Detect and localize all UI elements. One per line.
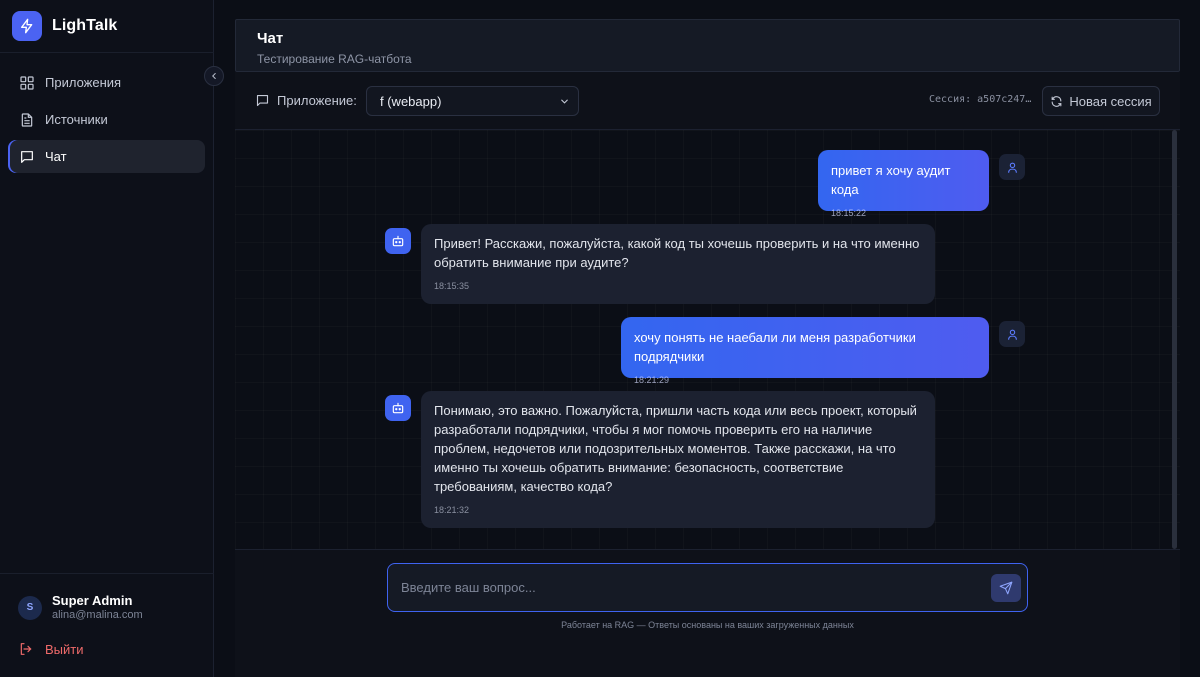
- message-time: 18:15:35: [434, 281, 470, 291]
- sidebar-item-label: Чат: [45, 149, 67, 164]
- app-select-value: f (webapp): [380, 93, 442, 109]
- app-label: Приложение:: [255, 93, 357, 108]
- message-user: хочу понять не наебали ли меня разработч…: [621, 317, 989, 385]
- message-text: хочу понять не наебали ли меня разработч…: [634, 330, 916, 364]
- app-label-text: Приложение:: [277, 93, 357, 108]
- scrollbar[interactable]: [1172, 130, 1177, 549]
- user-avatar-icon: [999, 154, 1025, 180]
- new-session-label: Новая сессия: [1069, 93, 1152, 109]
- chevron-down-icon: [561, 99, 568, 104]
- message-text: привет я хочу аудит кода: [831, 163, 951, 197]
- message-bot: Привет! Расскажи, пожалуйста, какой код …: [421, 224, 935, 304]
- sidebar-item-sources[interactable]: Источники: [8, 103, 205, 136]
- page-subtitle: Тестирование RAG-чатбота: [257, 52, 412, 66]
- bot-avatar-icon: [385, 395, 411, 421]
- brand[interactable]: LighTalk: [12, 10, 117, 42]
- divider: [0, 52, 214, 53]
- logout-label: Выйти: [45, 641, 84, 657]
- brand-name: LighTalk: [52, 17, 118, 34]
- avatar: S: [18, 595, 42, 620]
- refresh-icon: [1051, 95, 1062, 107]
- sidebar-item-apps[interactable]: Приложения: [8, 66, 205, 99]
- new-session-button[interactable]: Новая сессия: [1042, 86, 1160, 116]
- sidebar-nav: Приложения Источники Чат: [8, 66, 205, 177]
- page-header: Чат Тестирование RAG-чатбота: [235, 19, 1180, 72]
- send-button[interactable]: [991, 574, 1021, 602]
- message-time: 18:21:29: [634, 375, 670, 385]
- message-user: привет я хочу аудит кода 18:15:22: [818, 150, 989, 218]
- session-id: Сессия: a507c247…: [929, 94, 1032, 105]
- question-input[interactable]: [401, 564, 981, 610]
- message-text: Понимаю, это важно. Пожалуйста, пришли ч…: [434, 403, 917, 494]
- app-select[interactable]: f (webapp): [366, 86, 579, 116]
- user-avatar-icon: [999, 321, 1025, 347]
- send-icon: [999, 581, 1013, 595]
- chat-icon: [19, 149, 35, 165]
- message-time: 18:21:32: [434, 505, 470, 515]
- user-email: alina@malina.com: [52, 609, 143, 621]
- composer: Работает на RAG — Ответы основаны на ваш…: [235, 549, 1180, 677]
- logout-icon: [20, 643, 32, 655]
- sidebar-item-label: Источники: [45, 112, 108, 127]
- collapse-sidebar-button[interactable]: [204, 66, 224, 86]
- document-icon: [19, 112, 35, 128]
- chat-icon: [256, 94, 269, 107]
- lightning-icon: [12, 11, 42, 41]
- message-time: 18:15:22: [831, 208, 867, 218]
- bot-avatar-icon: [385, 228, 411, 254]
- grid-icon: [19, 75, 35, 91]
- footer-note: Работает на RAG — Ответы основаны на ваш…: [561, 620, 854, 630]
- logout-button[interactable]: Выйти: [18, 641, 84, 657]
- question-input-box[interactable]: [387, 563, 1028, 612]
- message-text: Привет! Расскажи, пожалуйста, какой код …: [434, 236, 920, 270]
- message-list[interactable]: привет я хочу аудит кода 18:15:22 Привет…: [235, 130, 1180, 549]
- sidebar-item-chat[interactable]: Чат: [8, 140, 205, 173]
- main: Чат Тестирование RAG-чатбота Приложение:…: [235, 19, 1180, 677]
- user-profile: S Super Admin alina@malina.com: [18, 593, 143, 622]
- page-title: Чат: [257, 30, 284, 47]
- message-bot: Понимаю, это важно. Пожалуйста, пришли ч…: [421, 391, 935, 528]
- sidebar: LighTalk Приложения Источники Чат S Supe…: [0, 0, 224, 677]
- sidebar-item-label: Приложения: [45, 75, 122, 90]
- divider: [0, 573, 214, 574]
- chevron-left-icon: [212, 72, 216, 80]
- user-name: Super Admin: [52, 593, 133, 608]
- chat-toolbar: Приложение: f (webapp) Сессия: a507c247……: [235, 72, 1180, 130]
